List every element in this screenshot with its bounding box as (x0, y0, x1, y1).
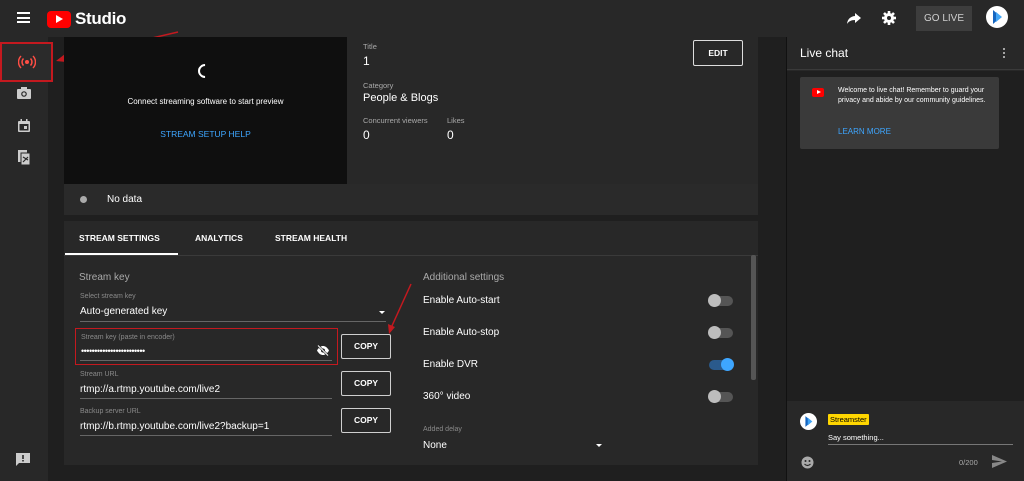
backup-url-underline (80, 435, 332, 436)
welcome-text: Welcome to live chat! Remember to guard … (838, 86, 993, 105)
stream-settings-panel: STREAM SETTINGS ANALYTICS STREAM HEALTH … (64, 221, 758, 465)
auto-start-toggle[interactable] (709, 296, 733, 306)
added-delay-label: Added delay (423, 426, 462, 433)
stream-status-bar: No data (64, 184, 758, 215)
added-delay-value[interactable]: None (423, 440, 447, 451)
annotation-arrow-icon (385, 282, 415, 337)
loading-spinner-icon (195, 61, 215, 81)
tab-stream-settings[interactable]: STREAM SETTINGS (79, 233, 160, 243)
auto-start-label: Enable Auto-start (423, 295, 500, 306)
feedback-icon (16, 453, 30, 466)
tab-analytics[interactable]: ANALYTICS (195, 233, 243, 243)
learn-more-link[interactable]: LEARN MORE (838, 127, 891, 136)
status-dot-icon (80, 196, 87, 203)
backup-url-label: Backup server URL (80, 408, 141, 415)
auto-stop-toggle[interactable] (709, 328, 733, 338)
sidebar-item-camera[interactable] (0, 78, 48, 108)
send-icon[interactable] (992, 455, 1007, 468)
dvr-label: Enable DVR (423, 359, 478, 370)
likes-label: Likes (447, 116, 465, 125)
stream-setup-help-link[interactable]: STREAM SETUP HELP (64, 129, 347, 139)
title-value: 1 (363, 54, 370, 68)
youtube-logo-icon (47, 11, 71, 28)
gear-icon[interactable] (881, 10, 897, 26)
settings-scrollbar[interactable] (751, 255, 756, 380)
select-key-underline (80, 321, 386, 322)
stream-key-label: Stream key (paste in encoder) (81, 334, 175, 341)
edit-button[interactable]: EDIT (693, 40, 743, 66)
chat-input-underline (828, 444, 1013, 445)
360-video-label: 360° video (423, 391, 470, 402)
avatar[interactable] (986, 6, 1008, 28)
chat-message-input[interactable]: Say something... (828, 433, 884, 442)
left-sidebar (0, 37, 48, 481)
category-value: People & Blogs (363, 92, 438, 104)
stream-preview: Connect streaming software to start prev… (64, 37, 347, 184)
stream-key-heading: Stream key (79, 272, 130, 283)
preview-message: Connect streaming software to start prev… (64, 97, 347, 106)
stream-info-panel: Title 1 Category People & Blogs Concurre… (347, 37, 758, 184)
menu-icon[interactable] (17, 12, 30, 23)
avatar (800, 413, 817, 430)
tab-stream-health[interactable]: STREAM HEALTH (275, 233, 347, 243)
tabs-divider (64, 255, 758, 256)
dvr-toggle[interactable] (709, 360, 733, 370)
username-badge: Streamster (828, 414, 869, 425)
emoji-icon[interactable] (801, 456, 814, 469)
backup-url-value[interactable]: rtmp://b.rtmp.youtube.com/live2?backup=1 (80, 421, 269, 432)
studio-logo[interactable]: Studio (47, 9, 126, 29)
share-icon[interactable] (846, 10, 862, 26)
feedback-button[interactable] (16, 453, 30, 471)
likes-value: 0 (447, 128, 454, 142)
copy-stream-key-button[interactable]: COPY (341, 334, 391, 359)
chat-header: Live chat (787, 37, 1024, 70)
category-label: Category (363, 81, 393, 90)
stream-key-input[interactable]: •••••••••••••••••••••••• (81, 346, 145, 356)
manage-icon (18, 150, 30, 165)
sidebar-item-calendar[interactable] (0, 110, 48, 140)
chat-input-area: Streamster Say something... 0/200 (787, 401, 1024, 481)
calendar-icon (18, 119, 30, 132)
stream-key-underline (80, 360, 332, 361)
chat-title: Live chat (800, 46, 848, 60)
sidebar-item-manage[interactable] (0, 142, 48, 172)
auto-stop-label: Enable Auto-stop (423, 327, 499, 338)
title-label: Title (363, 42, 377, 51)
chat-messages: Welcome to live chat! Remember to guard … (787, 71, 1024, 401)
live-chat-panel: Live chat Welcome to live chat! Remember… (786, 37, 1024, 481)
stream-url-underline (80, 398, 332, 399)
360-video-toggle[interactable] (709, 392, 733, 402)
viewers-value: 0 (363, 128, 370, 142)
select-key-label: Select stream key (80, 293, 136, 300)
camera-icon (17, 87, 31, 99)
copy-backup-url-button[interactable]: COPY (341, 408, 391, 433)
youtube-logo-icon (812, 88, 824, 97)
char-count: 0/200 (959, 458, 978, 467)
more-options-icon[interactable] (1003, 48, 1006, 60)
additional-settings-heading: Additional settings (423, 272, 504, 283)
welcome-message: Welcome to live chat! Remember to guard … (800, 77, 999, 149)
stream-url-value[interactable]: rtmp://a.rtmp.youtube.com/live2 (80, 384, 220, 395)
go-live-button[interactable]: GO LIVE (916, 6, 972, 31)
viewers-label: Concurrent viewers (363, 116, 428, 125)
status-text: No data (107, 194, 142, 205)
visibility-off-icon[interactable] (316, 345, 330, 356)
select-key-value[interactable]: Auto-generated key (80, 306, 167, 317)
sidebar-item-live[interactable] (0, 42, 53, 82)
app-name: Studio (75, 9, 126, 29)
stream-url-label: Stream URL (80, 371, 119, 378)
chevron-down-icon[interactable] (596, 444, 602, 447)
copy-stream-url-button[interactable]: COPY (341, 371, 391, 396)
live-broadcast-icon (18, 55, 36, 69)
